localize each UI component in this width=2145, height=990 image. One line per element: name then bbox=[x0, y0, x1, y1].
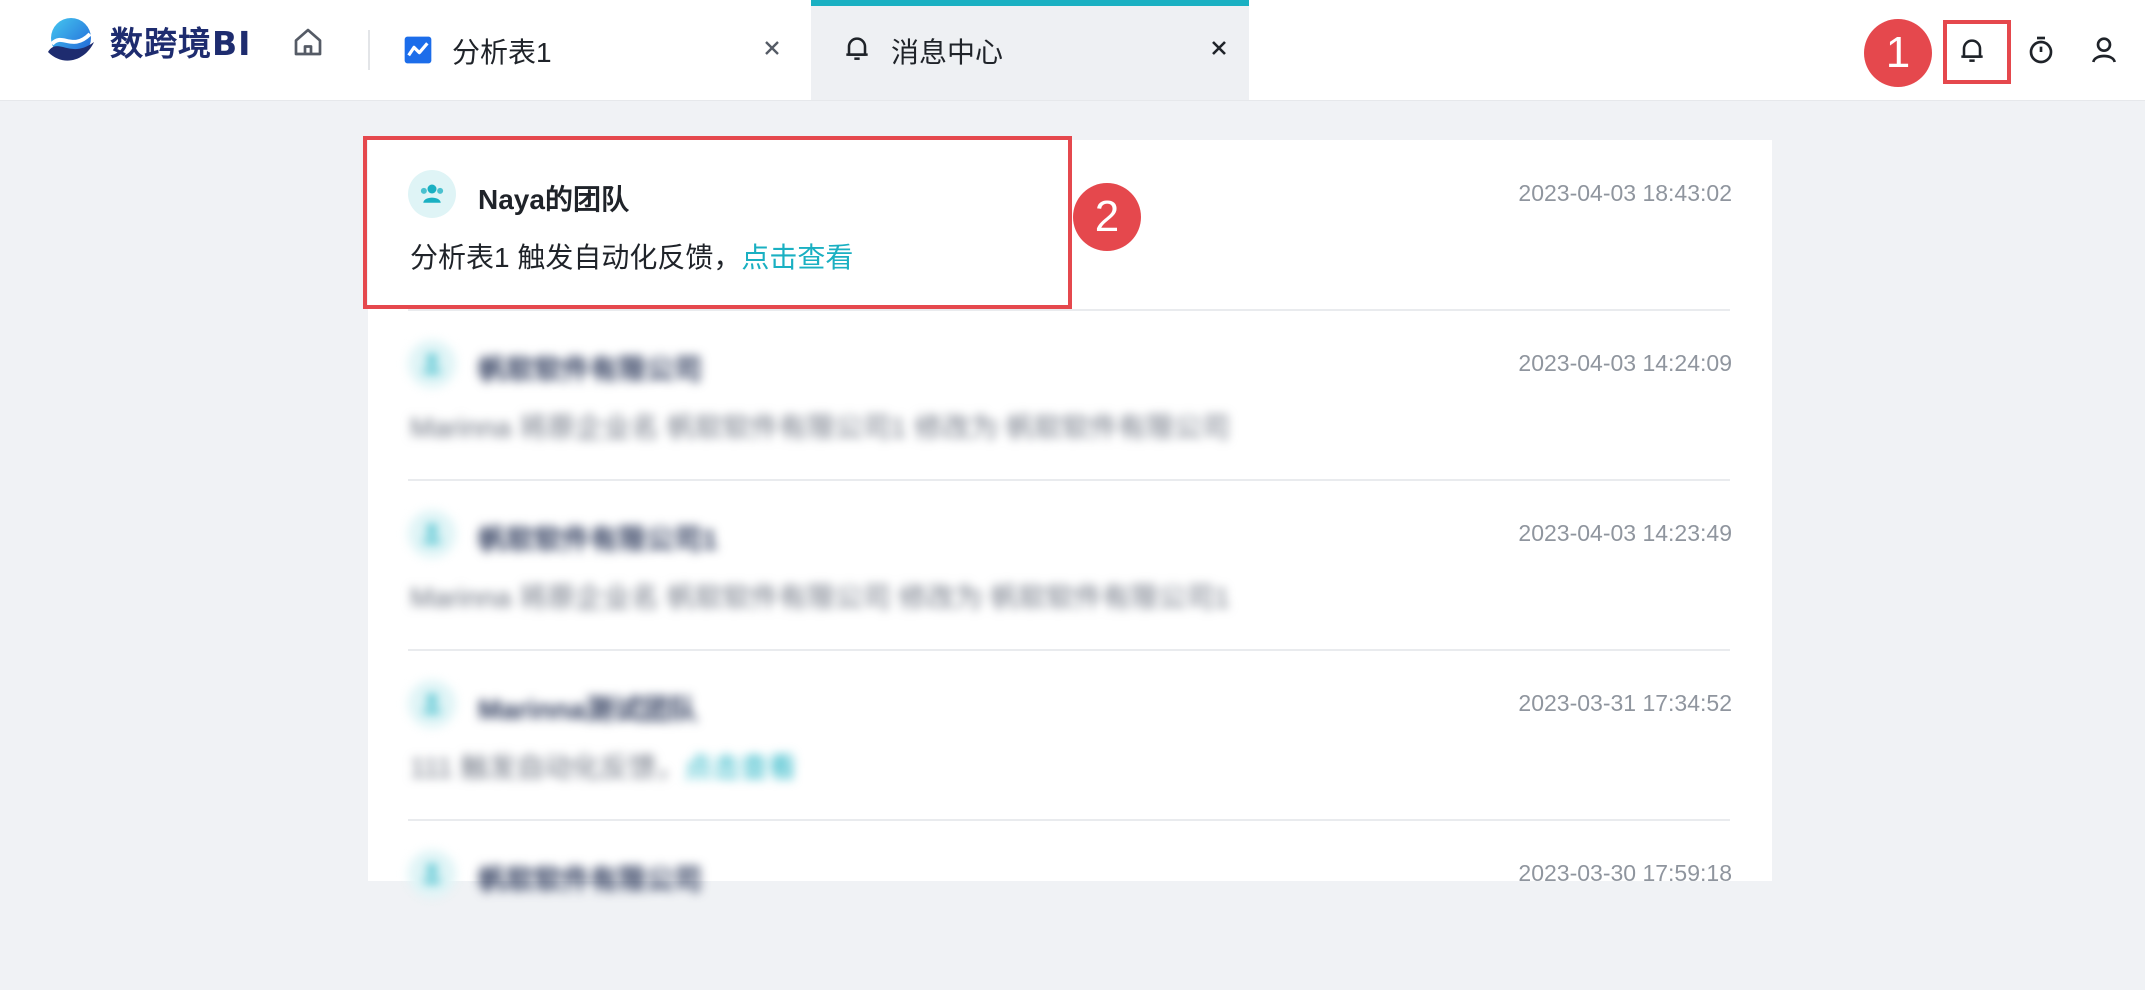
team-avatar bbox=[408, 850, 456, 898]
message-title: 帆软软件有限公司 bbox=[478, 354, 703, 385]
highlight-box-notifications bbox=[1943, 20, 2011, 84]
close-icon[interactable] bbox=[1201, 30, 1237, 66]
message-item[interactable]: Marinna测试团队 111 触发自动化反馈，点击查看 2023-03-31 … bbox=[368, 650, 1772, 820]
message-item[interactable]: 帆软软件有限公司 2023-03-30 17:59:18 bbox=[368, 820, 1772, 990]
step-badge-2: 2 bbox=[1073, 183, 1141, 251]
tab-message-center[interactable]: 消息中心 bbox=[811, 0, 1249, 100]
message-time: 2023-03-30 17:59:18 bbox=[1518, 860, 1732, 886]
logo-mark-icon bbox=[48, 18, 94, 61]
team-icon bbox=[423, 864, 441, 883]
message-time: 2023-04-03 18:43:02 bbox=[1518, 180, 1732, 206]
view-link[interactable]: 点击查看 bbox=[684, 752, 796, 783]
top-bar: 数跨境BI 分析表1 消息中心 bbox=[0, 0, 2145, 101]
app-logo[interactable]: 数跨境BI bbox=[44, 16, 251, 66]
bell-icon bbox=[846, 37, 868, 60]
line-chart-icon bbox=[404, 36, 432, 64]
team-icon bbox=[423, 694, 441, 713]
user-icon bbox=[2092, 37, 2116, 63]
highlight-box-message bbox=[363, 136, 1072, 309]
home-button[interactable] bbox=[290, 24, 326, 60]
message-title: Marinna测试团队 bbox=[478, 694, 698, 725]
tab-analysis-sheet[interactable]: 分析表1 bbox=[380, 0, 810, 100]
message-title: 帆软软件有限公司1 bbox=[478, 524, 718, 555]
team-icon bbox=[423, 354, 441, 373]
step-badge-1: 1 bbox=[1864, 19, 1932, 87]
tab-label: 消息中心 bbox=[891, 37, 1004, 68]
team-avatar bbox=[408, 340, 456, 388]
team-avatar bbox=[408, 680, 456, 728]
timer-button[interactable] bbox=[2021, 30, 2061, 70]
tab-divider bbox=[368, 30, 370, 70]
user-button[interactable] bbox=[2084, 30, 2124, 70]
message-time: 2023-03-31 17:34:52 bbox=[1518, 690, 1732, 716]
message-time: 2023-04-03 14:23:49 bbox=[1518, 520, 1732, 546]
tab-label: 分析表1 bbox=[452, 37, 552, 68]
message-time: 2023-04-03 14:24:09 bbox=[1518, 350, 1732, 376]
message-item[interactable]: 帆软软件有限公司1 Marinna 将原企业名 帆软软件有限公司 修改为 帆软软… bbox=[368, 480, 1772, 650]
message-body: Marinna 将原企业名 帆软软件有限公司 修改为 帆软软件有限公司1 bbox=[410, 582, 1230, 613]
message-body: 111 触发自动化反馈，点击查看 bbox=[410, 746, 796, 786]
home-icon bbox=[294, 28, 322, 56]
timer-icon bbox=[2029, 36, 2053, 64]
team-icon bbox=[423, 524, 441, 543]
message-item[interactable]: 帆软软件有限公司 Marinna 将原企业名 帆软软件有限公司1 修改为 帆软软… bbox=[368, 310, 1772, 480]
close-icon[interactable] bbox=[754, 30, 790, 66]
message-text: 111 触发自动化反馈， bbox=[410, 752, 685, 783]
message-body: Marinna 将原企业名 帆软软件有限公司1 修改为 帆软软件有限公司 bbox=[410, 412, 1230, 443]
team-avatar bbox=[408, 510, 456, 558]
message-title: 帆软软件有限公司 bbox=[478, 864, 703, 895]
logo-text: 数跨境BI bbox=[110, 24, 252, 63]
